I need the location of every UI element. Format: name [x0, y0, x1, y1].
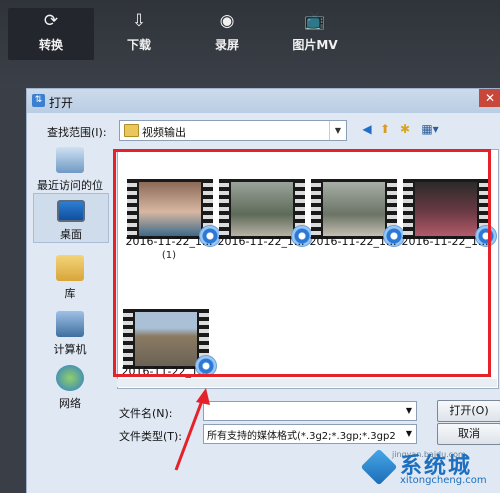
red-arrow — [174, 388, 210, 471]
watermark: 系统城 xitongcheng.com — [360, 448, 494, 488]
watermark-url: xitongcheng.com — [400, 475, 487, 486]
watermark-logo-icon — [360, 448, 398, 486]
